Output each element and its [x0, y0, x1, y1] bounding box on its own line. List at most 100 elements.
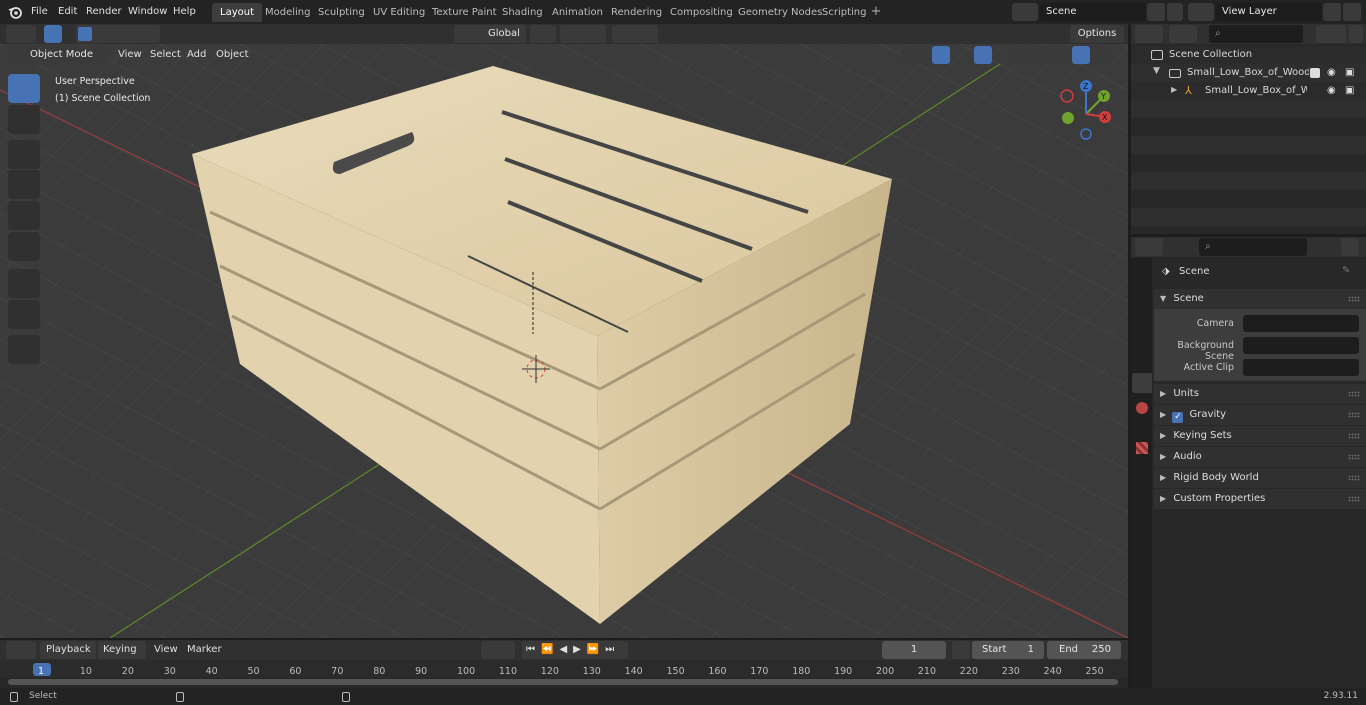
gizmo-toggle-icon[interactable] [932, 46, 950, 64]
outliner-editor-type-icon[interactable] [1135, 25, 1163, 43]
outliner-display-mode-icon[interactable] [1169, 25, 1197, 43]
tab-uv-editing[interactable]: UV Editing [365, 3, 433, 22]
proportional-editing-icon[interactable] [612, 25, 658, 43]
viewport-menu-add[interactable]: Add [187, 46, 206, 64]
drag-grip-icon[interactable] [1348, 296, 1360, 302]
scene-tab-icon[interactable] [1132, 373, 1152, 393]
3d-viewport[interactable]: Object Mode View Select Add Object User … [0, 44, 1128, 638]
zoom-icon[interactable] [1097, 141, 1119, 163]
start-frame-field[interactable]: Start 1 [972, 641, 1044, 659]
pin-icon[interactable]: ✎ [1342, 265, 1350, 276]
keying-menu[interactable]: Keying [98, 641, 146, 659]
select-box-tool-icon[interactable] [8, 74, 40, 103]
tool-tab-icon[interactable] [1132, 266, 1152, 286]
menu-help[interactable]: Help [173, 3, 196, 21]
timeline-menu-marker[interactable]: Marker [187, 641, 222, 659]
camera-render-icon[interactable]: ▣ [1345, 67, 1354, 78]
exclude-checkbox-icon[interactable] [1310, 68, 1320, 78]
shading-mode-buttons[interactable] [1036, 46, 1108, 64]
scene-panel-header[interactable]: ▼ Scene [1154, 289, 1366, 309]
scale-tool-icon[interactable] [8, 201, 40, 230]
custom-properties-panel-header[interactable]: ▶ Custom Properties [1154, 489, 1366, 509]
drag-grip-icon[interactable] [1348, 391, 1360, 397]
drag-grip-icon[interactable] [1348, 412, 1360, 418]
properties-search-input[interactable]: ⌕ [1199, 238, 1307, 256]
world-tab-icon[interactable] [1136, 402, 1148, 414]
outliner-row-object[interactable]: ▶ ⅄ Small_Low_Box_of_Wooc ◉ ▣ [1131, 82, 1366, 100]
view-layer-tab-icon[interactable] [1132, 348, 1152, 368]
viewport-menu-object[interactable]: Object [216, 46, 249, 64]
tab-animation[interactable]: Animation [544, 3, 611, 22]
delete-scene-icon[interactable] [1167, 3, 1183, 21]
drag-grip-icon[interactable] [1348, 496, 1360, 502]
tab-compositing[interactable]: Compositing [662, 3, 741, 22]
camera-render-icon[interactable]: ▣ [1345, 85, 1354, 96]
select-new-icon[interactable] [78, 27, 92, 41]
select-tool-icon[interactable] [44, 25, 62, 43]
menu-edit[interactable]: Edit [58, 3, 77, 21]
units-panel-header[interactable]: ▶ Units [1154, 384, 1366, 404]
timeline-editor-type-icon[interactable] [6, 641, 36, 659]
pan-hand-icon[interactable] [1097, 166, 1119, 188]
timeline-menu-view[interactable]: View [154, 641, 178, 659]
gravity-panel-header[interactable]: ▶ ✓ Gravity [1154, 405, 1366, 425]
expand-arrow-icon[interactable]: ▼ [1153, 66, 1160, 76]
menu-window[interactable]: Window [128, 3, 167, 21]
snap-toggle-icon[interactable] [560, 25, 606, 43]
xray-toggle-icon[interactable] [1014, 46, 1032, 64]
expand-arrow-icon[interactable]: ▶ [1171, 85, 1177, 94]
tab-shading[interactable]: Shading [494, 3, 551, 22]
object-mode-dropdown[interactable]: Object Mode [8, 46, 106, 64]
drag-grip-icon[interactable] [1348, 454, 1360, 460]
outliner-row-collection[interactable]: ▼ Small_Low_Box_of_Wooden_ ◉ ▣ [1131, 64, 1366, 82]
navigation-gizmo[interactable]: Z Y X [1056, 74, 1116, 144]
tab-scripting[interactable]: Scripting [814, 3, 874, 22]
visibility-icon[interactable] [902, 46, 930, 64]
camera-field[interactable] [1243, 315, 1359, 332]
editor-type-icon[interactable] [6, 25, 36, 43]
gravity-checkbox-icon[interactable]: ✓ [1172, 412, 1184, 423]
scene-browse-button[interactable] [1012, 3, 1038, 21]
transform-tool-icon[interactable] [8, 232, 40, 261]
timeline-scrollbar[interactable] [8, 679, 1118, 685]
tab-layout[interactable]: Layout [212, 3, 262, 22]
camera-view-icon[interactable] [1097, 191, 1119, 213]
options-dropdown[interactable]: Options [1070, 25, 1124, 43]
playback-menu[interactable]: Playback [40, 641, 96, 659]
active-clip-field[interactable] [1243, 359, 1359, 376]
outliner-filter-icon[interactable] [1316, 25, 1346, 43]
menu-file[interactable]: File [31, 3, 48, 21]
current-frame-field[interactable]: 1 [882, 641, 946, 659]
outliner-row-scene-collection[interactable]: Scene Collection [1131, 46, 1366, 64]
new-view-layer-icon[interactable] [1323, 3, 1341, 21]
measure-tool-icon[interactable] [8, 300, 40, 329]
texture-tab-icon[interactable] [1136, 442, 1148, 454]
tab-sculpting[interactable]: Sculpting [310, 3, 373, 22]
background-scene-field[interactable] [1243, 337, 1359, 354]
selection-mode-buttons[interactable] [76, 25, 160, 43]
drag-grip-icon[interactable] [1348, 433, 1360, 439]
end-frame-field[interactable]: End 250 [1047, 641, 1121, 659]
eye-icon[interactable]: ◉ [1327, 85, 1336, 96]
render-tab-icon[interactable] [1132, 298, 1152, 318]
audio-panel-header[interactable]: ▶ Audio [1154, 447, 1366, 467]
pivot-point-icon[interactable] [530, 25, 556, 43]
playback-buttons-icon[interactable]: ⏮⏪◀▶⏩⏭ [526, 644, 620, 655]
menu-render[interactable]: Render [86, 3, 122, 21]
eye-icon[interactable]: ◉ [1327, 67, 1336, 78]
output-tab-icon[interactable] [1132, 323, 1152, 343]
tab-rendering[interactable]: Rendering [603, 3, 670, 22]
view-layer-field[interactable]: View Layer [1216, 3, 1322, 21]
move-tool-icon[interactable] [8, 140, 40, 169]
cursor-tool-icon[interactable] [8, 105, 40, 134]
preview-range-icon[interactable] [952, 641, 970, 659]
transform-orientation-dropdown[interactable]: Global [454, 25, 526, 43]
blender-logo-icon[interactable] [8, 5, 22, 19]
delete-view-layer-icon[interactable] [1343, 3, 1361, 21]
overlay-toggle-icon[interactable] [974, 46, 992, 64]
outliner-search-input[interactable]: ⌕ [1209, 25, 1303, 43]
viewport-menu-view[interactable]: View [118, 46, 142, 64]
viewport-menu-select[interactable]: Select [150, 46, 181, 64]
annotate-tool-icon[interactable] [8, 269, 40, 298]
add-cube-tool-icon[interactable] [8, 335, 40, 364]
